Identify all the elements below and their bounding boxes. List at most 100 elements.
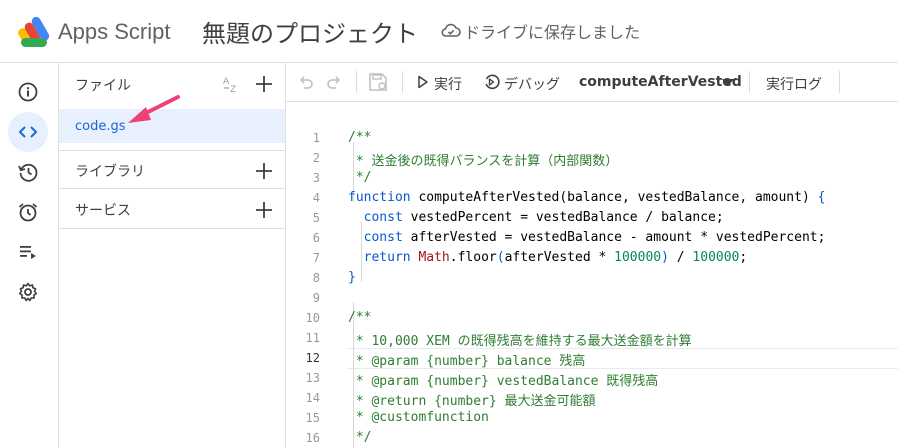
annotation-arrow-icon bbox=[128, 95, 180, 123]
line-number: 5 bbox=[312, 211, 320, 225]
code-token: 100000 bbox=[614, 250, 662, 265]
line-number: 3 bbox=[312, 171, 320, 185]
code-token: * @customfunction bbox=[348, 410, 489, 425]
line-number: 13 bbox=[305, 371, 320, 385]
svg-text:Z: Z bbox=[230, 85, 236, 95]
code-icon bbox=[18, 126, 38, 138]
editor-toolbar: 実行 デバッグ computeAfterVested 実行ログ bbox=[286, 63, 898, 102]
code-token: * 10,000 XEM の既得残高を維持する最大送金額を計算 bbox=[348, 334, 692, 349]
run-play-icon[interactable] bbox=[417, 75, 429, 89]
rail-history-button[interactable] bbox=[8, 152, 48, 192]
line-number: 8 bbox=[312, 271, 320, 285]
code-line: function computeAfterVested(balance, ves… bbox=[348, 190, 825, 205]
rail-overview-button[interactable] bbox=[8, 72, 48, 112]
run-button[interactable]: 実行 bbox=[434, 74, 462, 94]
code-token: ) bbox=[661, 250, 669, 265]
services-label: サービス bbox=[75, 203, 131, 219]
executions-list-icon bbox=[20, 246, 36, 259]
function-selector[interactable]: computeAfterVested bbox=[579, 74, 742, 90]
code-line: const afterVested = vestedBalance - amou… bbox=[348, 230, 826, 245]
nav-rail bbox=[0, 63, 59, 448]
code-token: 100000 bbox=[692, 250, 740, 265]
svg-text:A: A bbox=[223, 77, 230, 87]
line-number: 7 bbox=[312, 251, 320, 265]
line-number: 6 bbox=[312, 231, 320, 245]
code-token: return bbox=[363, 250, 411, 265]
code-token: { bbox=[817, 190, 826, 205]
code-token: } bbox=[348, 270, 356, 285]
code-token: * @return {number} 最大送金可能額 bbox=[348, 394, 596, 409]
debug-icon[interactable] bbox=[483, 73, 501, 91]
code-line: * @return {number} 最大送金可能額 bbox=[348, 390, 596, 409]
rail-triggers-button[interactable] bbox=[8, 192, 48, 232]
code-token: ( bbox=[496, 250, 505, 265]
divider bbox=[59, 228, 285, 229]
code-line: /** bbox=[348, 130, 371, 145]
code-token: const bbox=[363, 230, 403, 245]
line-number: 4 bbox=[312, 191, 320, 205]
add-service-icon[interactable] bbox=[255, 201, 273, 219]
code-token: function bbox=[348, 190, 411, 205]
rail-settings-button[interactable] bbox=[8, 272, 48, 312]
code-line: const vestedPercent = vestedBalance / ba… bbox=[348, 210, 724, 225]
add-library-icon[interactable] bbox=[255, 162, 273, 180]
execution-log-button[interactable]: 実行ログ bbox=[766, 74, 822, 94]
line-number: 16 bbox=[305, 431, 320, 445]
gear-icon bbox=[18, 282, 38, 302]
code-editor[interactable]: 1 2 3 4 5 6 7 8 9 10 11 12 13 14 15 16 /** * 送金後の既得バランス… bbox=[286, 102, 898, 448]
save-icon[interactable] bbox=[368, 72, 388, 92]
code-line: */ bbox=[348, 170, 372, 185]
code-line: * @param {number} balance 残高 bbox=[348, 350, 586, 369]
line-number: 9 bbox=[312, 291, 320, 305]
code-token: * @param {number} balance 残高 bbox=[348, 354, 586, 369]
code-line: } bbox=[348, 270, 356, 285]
save-status: ドライブに保存しました bbox=[464, 23, 641, 42]
code-line: * @param {number} vestedBalance 既得残高 bbox=[348, 370, 658, 389]
code-token: */ bbox=[348, 170, 372, 185]
code-token: /** bbox=[348, 130, 372, 145]
sort-az-icon[interactable]: A Z bbox=[222, 75, 244, 95]
code-token: .floor bbox=[449, 250, 497, 265]
divider bbox=[59, 188, 285, 189]
line-number: 2 bbox=[312, 151, 320, 165]
line-number: 1 bbox=[312, 131, 320, 145]
undo-icon[interactable] bbox=[297, 73, 315, 91]
line-number: 14 bbox=[305, 391, 320, 405]
code-line: /** bbox=[348, 310, 371, 325]
top-bar: Apps Script 無題のプロジェクト ドライブに保存しました bbox=[0, 0, 898, 63]
code-token: const bbox=[363, 210, 403, 225]
apps-script-logo-icon[interactable] bbox=[18, 14, 54, 48]
rail-editor-button[interactable] bbox=[8, 112, 48, 152]
chevron-down-icon[interactable] bbox=[722, 79, 734, 87]
info-icon bbox=[18, 82, 38, 102]
app-name: Apps Script bbox=[58, 19, 171, 44]
code-token: computeAfterVested(balance, vestedBalanc… bbox=[410, 190, 818, 205]
code-line: */ bbox=[348, 430, 372, 445]
libraries-label: ライブラリ bbox=[75, 164, 145, 180]
code-token: */ bbox=[348, 430, 372, 445]
code-token: / bbox=[668, 250, 693, 265]
code-line: return Math.floor(afterVested * 100000) … bbox=[348, 250, 748, 265]
code-token: * @param {number} vestedBalance 既得残高 bbox=[348, 374, 659, 389]
redo-icon[interactable] bbox=[325, 73, 343, 91]
code-line: * 送金後の既得バランスを計算（内部関数） bbox=[348, 150, 618, 169]
project-title[interactable]: 無題のプロジェクト bbox=[202, 14, 418, 49]
rail-executions-button[interactable] bbox=[8, 232, 48, 272]
code-token: afterVested * bbox=[504, 250, 615, 265]
code-line: * 10,000 XEM の既得残高を維持する最大送金額を計算 bbox=[348, 330, 692, 349]
code-token: vestedPercent = vestedBalance / balance; bbox=[402, 210, 724, 225]
add-file-icon[interactable] bbox=[255, 75, 273, 93]
line-number: 11 bbox=[305, 331, 320, 345]
file-name: code.gs bbox=[75, 119, 126, 134]
debug-button[interactable]: デバッグ bbox=[504, 74, 560, 94]
toolbar-divider bbox=[356, 71, 357, 93]
code-line: * @customfunction bbox=[348, 410, 489, 425]
files-header: ファイル bbox=[75, 78, 131, 94]
cloud-done-icon bbox=[441, 23, 461, 37]
history-icon bbox=[18, 163, 38, 182]
code-token: * 送金後の既得バランスを計算（内部関数） bbox=[348, 154, 619, 169]
code-token: afterVested = vestedBalance - amount * v… bbox=[402, 230, 826, 245]
